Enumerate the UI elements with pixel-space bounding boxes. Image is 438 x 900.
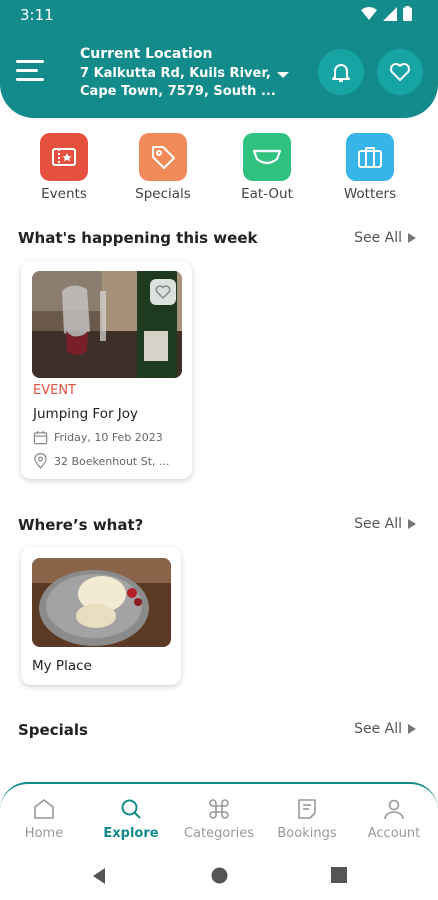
- notifications-button[interactable]: [318, 49, 364, 95]
- home-circle-icon[interactable]: [211, 867, 228, 884]
- section-title-wheres-what: Where’s what?: [18, 516, 144, 534]
- nav-label: Explore: [103, 826, 159, 841]
- category-label: Events: [41, 186, 87, 202]
- see-all-specials-link[interactable]: See All: [354, 721, 416, 737]
- event-address: 32 Boekenhout St, ...: [54, 454, 170, 468]
- calendar-icon: [33, 430, 48, 445]
- menu-button[interactable]: [16, 58, 46, 84]
- favourites-button[interactable]: [377, 49, 423, 95]
- battery-icon: [403, 6, 412, 21]
- bookings-icon: [298, 799, 316, 819]
- location-selector[interactable]: Current Location 7 Kalkutta Rd, Kuils Ri…: [80, 46, 290, 101]
- category-eat-out[interactable]: Eat-Out: [222, 133, 312, 202]
- chevron-right-icon: [408, 519, 416, 529]
- command-icon: [209, 799, 229, 819]
- chevron-right-icon: [408, 724, 416, 734]
- search-icon: [121, 799, 141, 819]
- event-title: Jumping For Joy: [33, 406, 139, 422]
- nav-home[interactable]: Home: [0, 796, 88, 841]
- location-pin-icon: [34, 453, 47, 469]
- chevron-down-icon[interactable]: [276, 70, 290, 80]
- category-specials[interactable]: Specials: [118, 133, 208, 202]
- see-all-label: See All: [354, 230, 402, 246]
- heart-icon: [390, 63, 410, 81]
- location-address: 7 Kalkutta Rd, Kuils River, Cape Town, 7…: [80, 66, 276, 99]
- back-icon[interactable]: [91, 867, 107, 885]
- see-all-happening-link[interactable]: See All: [354, 230, 416, 246]
- nav-bookings[interactable]: Bookings: [263, 796, 351, 841]
- event-date-row: Friday, 10 Feb 2023: [33, 430, 163, 445]
- account-icon: [384, 799, 404, 820]
- category-wotters[interactable]: Wotters: [325, 133, 415, 202]
- nav-explore[interactable]: Explore: [87, 796, 175, 841]
- tag-icon: [139, 133, 187, 181]
- system-navigation-bar: [0, 852, 438, 900]
- place-card[interactable]: My Place: [21, 547, 181, 685]
- nav-categories[interactable]: Categories: [175, 796, 263, 841]
- signal-icon: [383, 6, 397, 21]
- see-all-label: See All: [354, 721, 402, 737]
- location-title: Current Location: [80, 46, 213, 62]
- bowl-icon: [243, 133, 291, 181]
- bottom-navigation: Home Explore Categories Bookings Account: [0, 782, 438, 852]
- nav-label: Home: [24, 826, 64, 841]
- status-time: 3:11: [20, 6, 54, 24]
- category-label: Specials: [135, 186, 191, 202]
- bell-icon: [332, 64, 350, 82]
- home-icon: [34, 799, 54, 819]
- recents-icon[interactable]: [331, 867, 347, 883]
- category-shortcuts: Events Specials Eat-Out Wotters: [0, 133, 438, 203]
- suitcase-icon: [346, 133, 394, 181]
- category-label: Eat-Out: [241, 186, 293, 202]
- nav-label: Bookings: [277, 826, 337, 841]
- app-header: 3:11 Current Location 7 Kalkutta Rd, Kui…: [0, 0, 438, 118]
- event-date: Friday, 10 Feb 2023: [54, 431, 163, 444]
- place-image: [32, 558, 171, 647]
- event-image: [32, 271, 182, 378]
- nav-label: Account: [367, 826, 421, 841]
- category-events[interactable]: Events: [19, 133, 109, 202]
- ticket-icon: [40, 133, 88, 181]
- category-label: Wotters: [343, 186, 397, 202]
- status-bar: 3:11: [0, 0, 438, 30]
- event-address-row: 32 Boekenhout St, ...: [33, 453, 170, 469]
- chevron-right-icon: [408, 233, 416, 243]
- see-all-label: See All: [354, 516, 402, 532]
- section-title-specials: Specials: [18, 721, 88, 739]
- status-icons: [361, 6, 412, 21]
- favourite-toggle[interactable]: [150, 279, 176, 305]
- place-title: My Place: [32, 658, 92, 674]
- see-all-wheres-what-link[interactable]: See All: [354, 516, 416, 532]
- heart-icon: [155, 285, 171, 300]
- hamburger-icon: [16, 60, 44, 81]
- nav-label: Categories: [183, 826, 255, 841]
- section-title-happening: What's happening this week: [18, 229, 258, 247]
- event-card[interactable]: EVENT Jumping For Joy Friday, 10 Feb 202…: [21, 261, 192, 479]
- event-type-label: EVENT: [33, 383, 76, 398]
- nav-account[interactable]: Account: [350, 796, 438, 841]
- wifi-icon: [361, 6, 377, 20]
